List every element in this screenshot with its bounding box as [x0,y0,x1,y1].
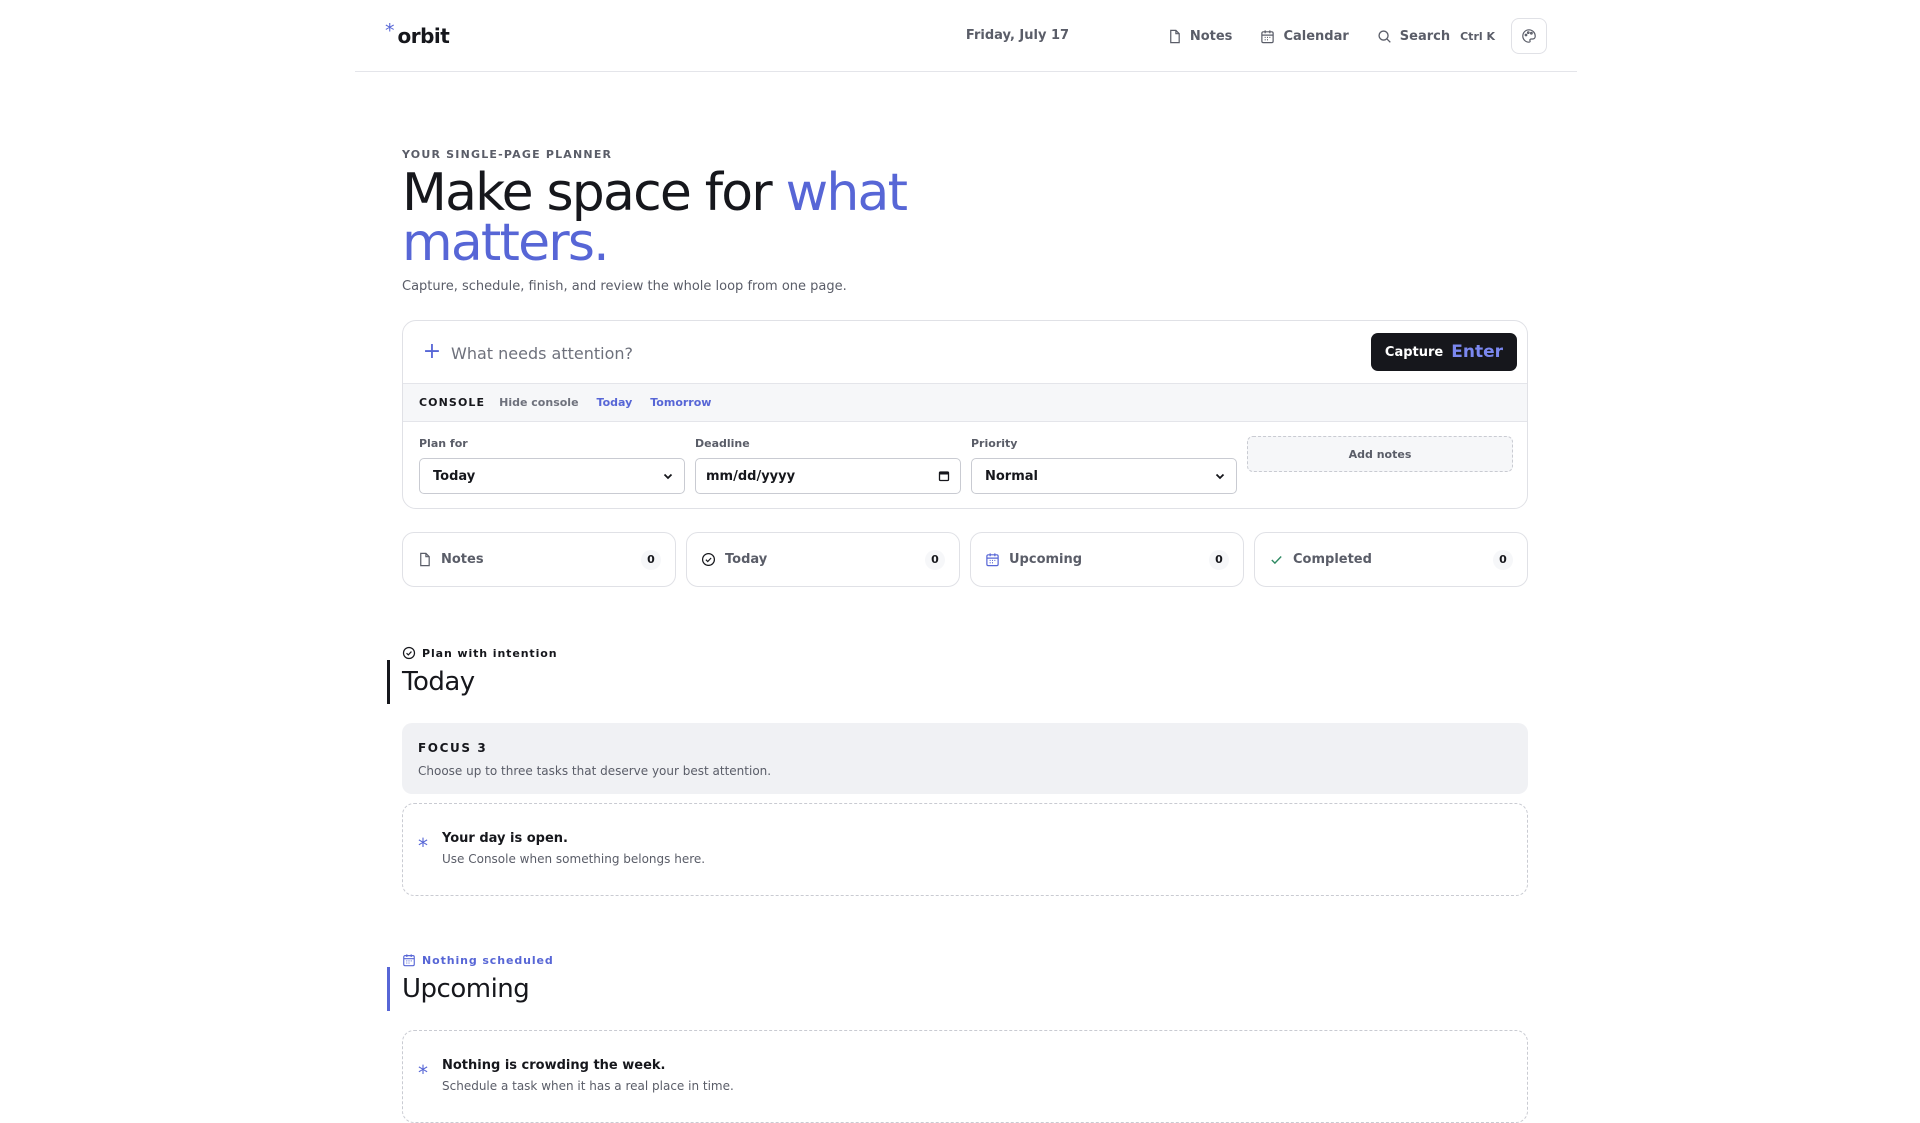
stat-completed[interactable]: Completed 0 [1254,532,1528,587]
today-eyebrow-text: Plan with intention [422,646,558,660]
priority-label: Priority [971,437,1018,450]
summary-tiles: Notes 0 Today 0 Upcoming 0 Completed 0 [402,532,1528,587]
chevron-down-icon [1215,473,1225,480]
deadline-input[interactable]: mm/dd/yyyy [695,458,961,494]
stat-completed-count: 0 [1493,549,1513,570]
stat-today-label: Today [725,552,768,567]
theme-button[interactable] [1511,18,1547,54]
capture-button-label: Capture [1384,344,1444,360]
today-title: Today [402,667,475,697]
add-notes-button[interactable]: Add notes [1247,436,1513,472]
deadline-placeholder: mm/dd/yyyy [706,468,796,484]
stat-today-count: 0 [925,549,945,570]
stat-upcoming-count: 0 [1209,549,1229,570]
quick-today-button[interactable]: Today [597,396,633,409]
top-nav: Notes Calendar Search Ctrl K [1139,17,1547,55]
console-title: CONSOLE [419,396,486,409]
stat-upcoming-label: Upcoming [1009,552,1083,567]
hero-eyebrow: YOUR SINGLE-PAGE PLANNER [402,148,613,161]
upcoming-eyebrow-text: Nothing scheduled [422,953,554,967]
search-icon [1378,29,1391,43]
logo[interactable]: * orbit [385,20,450,50]
deadline-label: Deadline [695,437,750,450]
asterisk-icon: * [418,834,428,858]
today-empty-description: Use Console when something belongs here. [442,852,706,866]
plan-for-field: Plan for Today [419,437,685,494]
logo-text: orbit [397,24,450,48]
check-circle-icon [701,552,716,567]
asterisk-icon: * [385,20,395,42]
upcoming-empty-state: * Nothing is crowding the week. Schedule… [402,1030,1528,1123]
upcoming-eyebrow: Nothing scheduled [402,953,554,967]
calendar-icon [986,553,999,567]
today-eyebrow: Plan with intention [402,646,557,660]
stat-today[interactable]: Today 0 [686,532,960,587]
capture-input[interactable] [451,338,1351,368]
search-shortcut: Ctrl K [1460,29,1495,43]
capture-shortcut: Enter [1451,342,1503,362]
plus-icon: + [422,339,442,364]
today-empty-state: * Your day is open. Use Console when som… [402,803,1528,896]
upcoming-empty-description: Schedule a task when it has a real place… [442,1079,734,1093]
plan-for-select[interactable]: Today [419,458,685,494]
hero-title: Make space for what matters. [402,167,962,269]
nav-calendar[interactable]: Calendar [1260,28,1349,44]
upcoming-empty-title: Nothing is crowding the week. [442,1058,666,1073]
capture-console: + Capture Enter CONSOLE Hide console Tod… [402,320,1528,509]
nav-calendar-label: Calendar [1283,28,1349,44]
stat-notes[interactable]: Notes 0 [402,532,676,587]
priority-select[interactable]: Normal [971,458,1237,494]
nav-notes-label: Notes [1189,28,1233,44]
file-icon [420,552,430,567]
focus-description: Choose up to three tasks that deserve yo… [418,764,772,778]
stat-notes-label: Notes [441,552,484,567]
quick-tomorrow-button[interactable]: Tomorrow [650,396,711,409]
stat-notes-count: 0 [641,549,661,570]
console-fields: Plan for Today Deadline mm/dd/yyyy Prior… [419,436,1513,494]
console-toolbar: CONSOLE Hide console Today Tomorrow [403,384,1527,422]
file-icon [1169,29,1180,43]
today-empty-title: Your day is open. [442,831,568,846]
upcoming-title: Upcoming [402,974,530,1004]
palette-icon [1522,29,1536,43]
stat-upcoming[interactable]: Upcoming 0 [970,532,1244,587]
plan-for-label: Plan for [419,437,468,450]
calendar-icon [938,471,950,482]
asterisk-icon: * [418,1061,428,1085]
priority-field: Priority Normal [971,437,1237,494]
notes-field: Add notes [1247,436,1513,494]
capture-row: + Capture Enter [403,321,1527,384]
upcoming-accent-bar [387,967,390,1011]
deadline-field: Deadline mm/dd/yyyy [695,437,961,494]
priority-value: Normal [985,468,1038,484]
check-icon [1271,556,1282,565]
stat-completed-label: Completed [1293,552,1372,567]
focus-title: FOCUS 3 [418,741,488,755]
calendar-icon [1261,29,1275,43]
nav-notes[interactable]: Notes [1167,28,1233,44]
capture-button[interactable]: Capture Enter [1370,333,1517,371]
plan-for-value: Today [433,468,476,484]
calendar-icon [403,954,415,967]
today-accent-bar [387,660,390,704]
focus-card: FOCUS 3 Choose up to three tasks that de… [402,723,1528,794]
nav-search[interactable]: Search Ctrl K [1377,29,1495,44]
check-circle-icon [402,646,416,660]
current-date: Friday, July 17 [965,28,1070,43]
nav-search-label: Search [1399,28,1451,44]
hero-subtitle: Capture, schedule, finish, and review th… [402,279,847,294]
hide-console-button[interactable]: Hide console [499,396,578,409]
chevron-down-icon [663,473,673,480]
top-bar: * orbit Friday, July 17 Notes Calendar S… [355,0,1577,72]
